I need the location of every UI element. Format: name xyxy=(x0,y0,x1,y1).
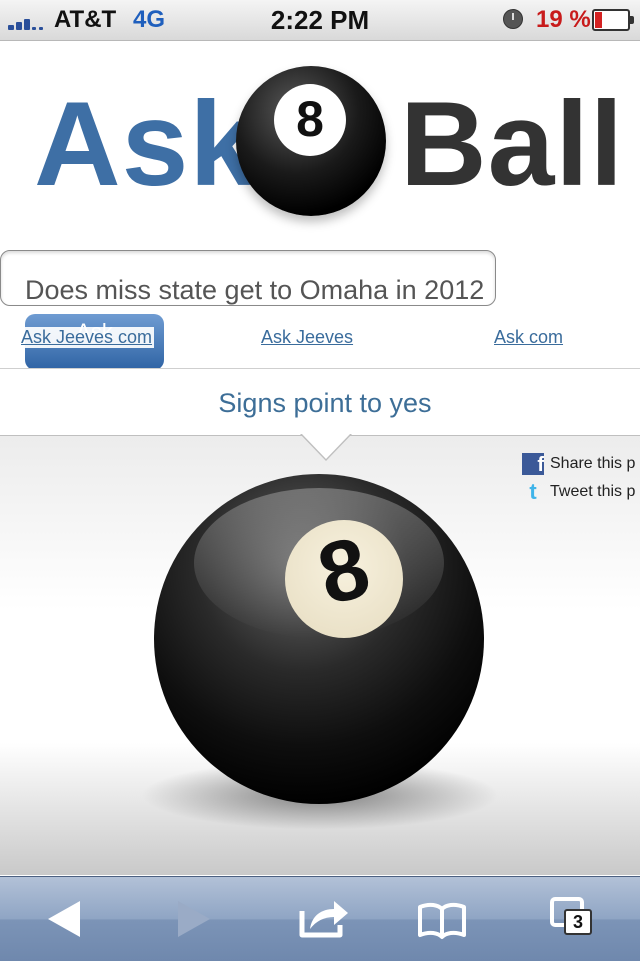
browser-toolbar: 3 xyxy=(0,876,640,961)
back-arrow-icon xyxy=(48,901,80,937)
logo-word-ask: Ask xyxy=(34,77,258,211)
question-input[interactable]: Does miss state get to Omaha in 2012 xyxy=(0,250,496,306)
twitter-icon: t xyxy=(529,479,537,504)
share-action-button[interactable] xyxy=(270,877,370,961)
tabs-button[interactable]: 3 xyxy=(520,877,620,961)
answer-bubble-pointer xyxy=(300,433,352,461)
share-twitter-label: Tweet this p xyxy=(550,483,636,501)
forward-arrow-icon xyxy=(178,901,210,937)
bookmarks-button[interactable] xyxy=(392,877,492,961)
back-button[interactable] xyxy=(14,877,114,961)
battery-percentage: 19 % xyxy=(536,6,591,33)
forward-button[interactable] xyxy=(142,877,242,961)
share-twitter-link[interactable]: t Tweet this p xyxy=(522,481,635,503)
share-facebook-link[interactable]: f Share this p xyxy=(522,453,636,476)
logo-word-ball: Ball xyxy=(400,77,625,211)
answer-text: Signs point to yes xyxy=(218,388,432,418)
alarm-clock-icon xyxy=(503,9,523,29)
battery-icon xyxy=(592,9,634,31)
eight-ball-logo-icon: 8 xyxy=(236,66,386,216)
share-arrow-icon xyxy=(299,901,348,938)
book-icon xyxy=(418,902,466,939)
link-ask-jeeves-com[interactable]: Ask Jeeves com xyxy=(19,327,155,348)
share-facebook-label: Share this p xyxy=(550,455,636,473)
tabs-count-badge: 3 xyxy=(564,909,592,935)
facebook-icon: f xyxy=(522,453,544,476)
link-ask-com[interactable]: Ask com xyxy=(494,327,563,348)
logo-ball-number: 8 xyxy=(296,91,324,147)
status-bar: AT&T 4G 2:22 PM 19 % xyxy=(0,0,640,41)
question-text: Does miss state get to Omaha in 2012 xyxy=(25,275,485,305)
magic-eight-ball[interactable]: 8 xyxy=(154,474,484,804)
link-ask-jeeves[interactable]: Ask Jeeves xyxy=(261,327,353,348)
